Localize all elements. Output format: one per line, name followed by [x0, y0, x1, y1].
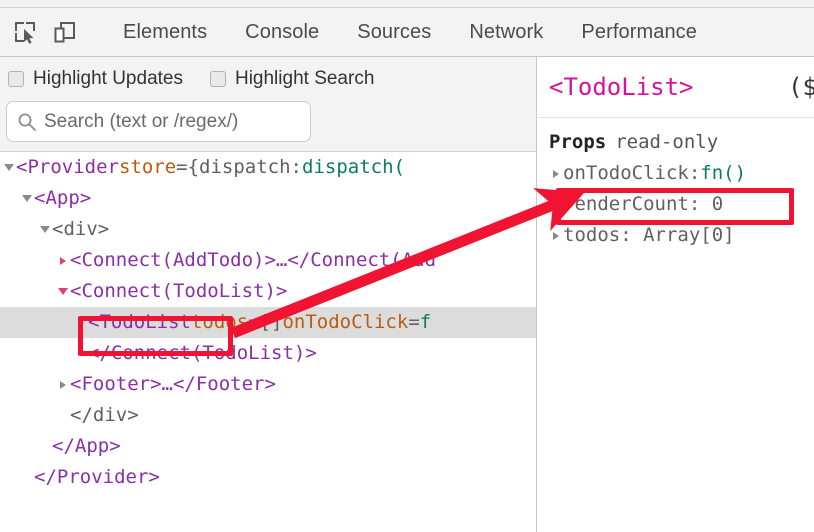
tree-toggle-none	[20, 462, 34, 493]
tree-row[interactable]: <Connect(TodoList)>	[0, 276, 536, 307]
checkbox-label-highlight-updates: Highlight Updates	[33, 68, 183, 89]
tree-text-tag: </Connect(TodoList)>	[88, 342, 317, 364]
triangle-glyph	[60, 256, 66, 265]
tree-text-tag: <Connect(AddTodo)>…</Connect(Add	[70, 249, 437, 271]
chevron-right-icon[interactable]	[74, 307, 88, 338]
props-panel: <TodoList> ($ Props read-only onTodoClic…	[538, 57, 814, 532]
prop-key: onTodoClick:	[563, 162, 701, 184]
triangle-glyph	[553, 231, 559, 240]
chevron-down-icon[interactable]	[20, 183, 34, 214]
tree-toggle-none	[56, 400, 70, 431]
tree-row[interactable]: </App>	[0, 431, 536, 462]
selected-component-name: <TodoList>	[549, 73, 694, 101]
triangle-glyph	[22, 195, 32, 202]
tree-text-plain: </div>	[70, 404, 139, 426]
props-row[interactable]: todos: Array[0]	[538, 220, 814, 251]
selected-component-extra: ($	[788, 73, 814, 101]
checkbox-label-highlight-search: Highlight Search	[234, 68, 375, 89]
triangle-glyph	[40, 226, 50, 233]
search-placeholder: Search (text or /regex/)	[44, 110, 239, 132]
props-section-label: Props	[549, 131, 607, 153]
props-panel-body: Props read-only onTodoClick: fn() renderC…	[538, 118, 814, 251]
tree-row[interactable]: <Provider store ={dispatch: dispatch(	[0, 152, 536, 183]
tree-text-val: f	[419, 311, 432, 333]
tree-text-tag: <Provider	[16, 156, 119, 178]
tab-elements[interactable]: Elements	[104, 21, 226, 44]
props-row[interactable]: onTodoClick: fn()	[538, 158, 814, 189]
chevron-right-icon[interactable]	[549, 158, 563, 189]
tree-text-tag: <TodoList	[88, 311, 191, 333]
tree-row[interactable]: </Provider>	[0, 462, 536, 493]
triangle-glyph	[78, 318, 84, 327]
prop-key: todos: Array[0]	[563, 224, 735, 246]
props-toggle-none	[549, 189, 563, 220]
tree-text-plain: =[]	[248, 311, 283, 333]
props-section-header: Props read-only	[538, 127, 814, 158]
checkbox-box-highlight-search[interactable]	[209, 71, 226, 87]
tree-text-attr: store	[118, 156, 177, 178]
tree-row[interactable]: </Connect(TodoList)>	[0, 338, 536, 369]
tree-text-val: dispatch(	[302, 156, 405, 178]
devtools-react-panel: Elements Console Sources Network Perform…	[0, 0, 814, 532]
checkbox-highlight-search[interactable]: Highlight Search	[209, 68, 375, 90]
component-tree[interactable]: <Provider store ={dispatch: dispatch( <App…	[0, 152, 537, 532]
tab-console[interactable]: Console	[226, 21, 338, 44]
tree-row[interactable]: <Footer>…</Footer>	[0, 369, 536, 400]
props-panel-header: <TodoList> ($	[538, 57, 814, 118]
tree-text-tag: <App>	[34, 187, 92, 209]
tree-text-tag: <Footer>…</Footer>	[70, 373, 276, 395]
tree-text-plain: <div>	[52, 218, 110, 240]
tree-row[interactable]: <Connect(AddTodo)>…</Connect(Add	[0, 245, 536, 276]
tree-text-attr: onTodoClick	[282, 311, 409, 333]
chevron-right-icon[interactable]	[56, 245, 70, 276]
prop-value: fn()	[700, 162, 747, 184]
tree-text-tag: <Connect(TodoList)>	[70, 280, 288, 302]
tree-text-plain: =	[408, 311, 420, 333]
devtools-tab-list: Elements Console Sources Network Perform…	[104, 21, 716, 44]
react-filter-bar: Highlight Updates Highlight Search Searc…	[0, 57, 537, 152]
tree-row[interactable]: </div>	[0, 400, 536, 431]
tab-network[interactable]: Network	[450, 21, 562, 44]
tree-row[interactable]: <App>	[0, 183, 536, 214]
triangle-glyph	[60, 380, 66, 389]
search-icon	[18, 113, 36, 131]
window-top-strip	[0, 0, 814, 8]
tree-toggle-none	[74, 338, 88, 369]
triangle-glyph	[4, 164, 14, 171]
tree-text-attr: todos	[190, 311, 249, 333]
tab-performance[interactable]: Performance	[562, 21, 716, 44]
search-input[interactable]: Search (text or /regex/)	[6, 101, 311, 142]
prop-key: renderCount: 0	[563, 193, 724, 215]
tree-row[interactable]: <div>	[0, 214, 536, 245]
props-section-mode: read-only	[615, 131, 719, 153]
tree-text-tag: </Provider>	[34, 466, 160, 488]
triangle-glyph	[553, 169, 559, 178]
chevron-down-icon[interactable]	[2, 152, 16, 183]
triangle-glyph	[58, 288, 68, 295]
device-toolbar-icon[interactable]	[50, 17, 80, 47]
tab-sources[interactable]: Sources	[338, 21, 450, 44]
devtools-tabbar: Elements Console Sources Network Perform…	[0, 8, 814, 57]
checkbox-box-highlight-updates[interactable]	[8, 71, 24, 87]
inspect-element-icon[interactable]	[10, 17, 40, 47]
checkbox-row: Highlight Updates Highlight Search	[8, 65, 374, 93]
tree-toggle-none	[38, 431, 52, 462]
chevron-down-icon[interactable]	[56, 276, 70, 307]
props-row[interactable]: renderCount: 0	[538, 189, 814, 220]
chevron-right-icon[interactable]	[549, 220, 563, 251]
chevron-down-icon[interactable]	[38, 214, 52, 245]
checkbox-highlight-updates[interactable]: Highlight Updates	[8, 68, 183, 90]
chevron-right-icon[interactable]	[56, 369, 70, 400]
tree-text-tag: </App>	[52, 435, 121, 457]
tree-row[interactable]: <TodoList todos =[] onTodoClick = f	[0, 307, 536, 338]
tree-text-plain: ={dispatch:	[176, 156, 302, 178]
